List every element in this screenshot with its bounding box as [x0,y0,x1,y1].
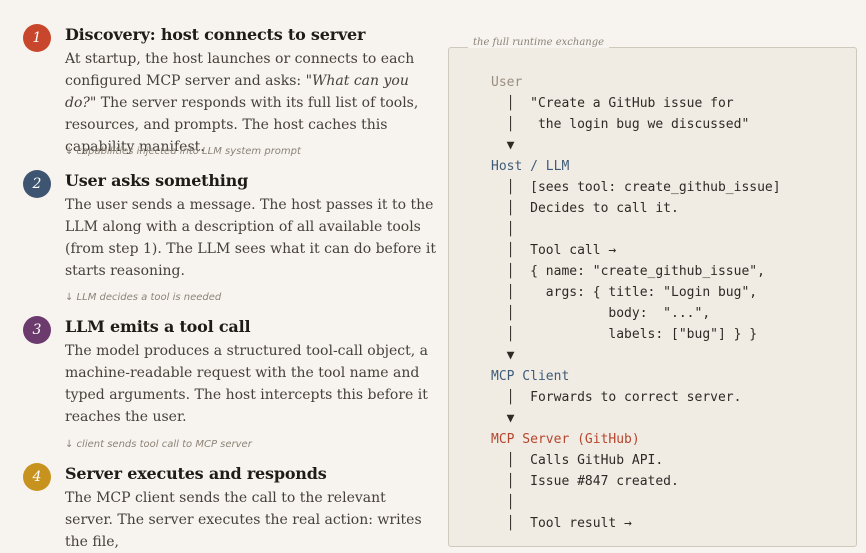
code-role-label: MCP Server (GitHub) [491,432,640,447]
code-role-label: Host / LLM [491,159,570,174]
connector-note: ↓ client sends tool call to MCP server [65,439,252,450]
code-line: │ "Create a GitHub issue for [491,96,734,111]
code-line: │ Issue #847 created. [491,474,679,489]
step-title: User asks something [65,171,249,190]
code-line: │ Forwards to correct server. [491,390,742,405]
code-line: │ labels: ["bug"] } } [491,327,758,342]
connector-note: ↓ LLM decides a tool is needed [65,292,222,303]
code-line: ▼ [491,411,515,426]
code-line: ▼ [491,138,515,153]
code-role-label: User [491,75,523,90]
step-title: LLM emits a tool call [65,317,251,336]
step-number-badge: 3 [23,316,51,344]
step-number: 2 [32,176,42,192]
code-line: │ [491,222,515,237]
connector-note: ↓ capabilities injected into LLM system … [65,146,301,157]
step-title: Discovery: host connects to server [65,25,366,44]
steps-column: 1 Discovery: host connects to server At … [0,0,440,550]
code-line: │ [sees tool: create_github_issue] [491,180,781,195]
step-description: The MCP client sends the call to the rel… [65,490,422,550]
code-line: │ args: { title: "Login bug", [491,285,758,300]
code-line: │ { name: "create_github_issue", [491,264,765,279]
step-number: 3 [32,322,42,338]
step-title: Server executes and responds [65,464,327,483]
step-number: 4 [32,469,42,485]
step-description: The user sends a message. The host passe… [65,197,436,279]
code-line: │ Decides to call it. [491,201,679,216]
step-number-badge: 4 [23,463,51,491]
code-line: ▼ [491,348,515,363]
panel-legend: the full runtime exchange [468,37,610,48]
step-description: The model produces a structured tool-cal… [65,343,428,425]
code-role-label: MCP Client [491,369,570,384]
code-line: │ body: "...", [491,306,711,321]
code-line: │ the login bug we discussed" [491,117,750,132]
step-number: 1 [32,30,42,46]
step-number-badge: 1 [23,24,51,52]
step-description: At startup, the host launches or connect… [65,48,437,158]
step-number-badge: 2 [23,170,51,198]
code-line: │ Tool result → [491,516,632,531]
code-line: │ [491,495,515,510]
code-line: │ Calls GitHub API. [491,453,664,468]
code-line: │ Tool call → [491,243,617,258]
